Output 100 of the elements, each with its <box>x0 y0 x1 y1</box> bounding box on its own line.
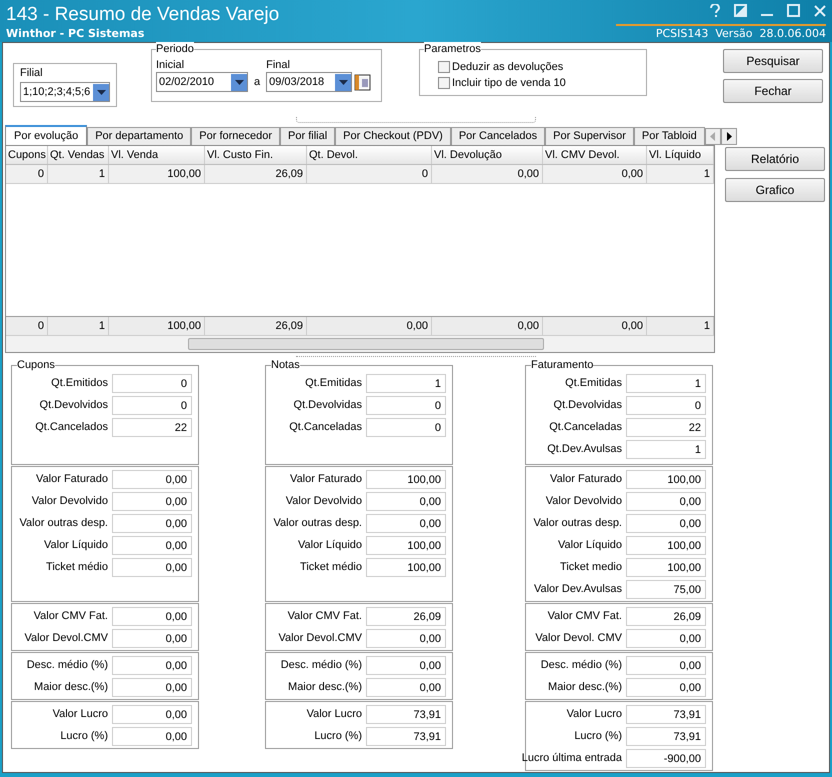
value-field[interactable]: 0,00 <box>112 514 192 532</box>
value-field[interactable]: 75,00 <box>626 580 706 598</box>
field-label: Ticket médio <box>300 560 362 575</box>
value-field[interactable]: 0,00 <box>112 606 192 626</box>
value-field[interactable]: 0,00 <box>112 628 192 648</box>
value-field[interactable]: 0 <box>112 396 192 414</box>
field-label: Valor outras desp. <box>534 516 622 531</box>
column-header[interactable]: Cupons <box>6 146 48 164</box>
action-button[interactable]: Pesquisar <box>723 49 823 73</box>
value-field[interactable]: 0,00 <box>112 492 192 510</box>
value-field[interactable]: 73,91 <box>366 704 446 724</box>
value-field[interactable]: 1 <box>366 374 446 392</box>
dropdown-button[interactable] <box>231 74 247 90</box>
tab-scroll-right-icon[interactable] <box>720 128 737 145</box>
value-field[interactable]: 0,00 <box>626 514 706 532</box>
date-field[interactable]: 02/02/2010 <box>156 72 248 92</box>
value-field[interactable]: 22 <box>626 418 706 436</box>
value-field[interactable]: 0,00 <box>366 514 446 532</box>
calendar-icon[interactable] <box>354 73 372 91</box>
dropdown-button[interactable] <box>335 74 352 90</box>
value-field[interactable]: 0,00 <box>366 628 446 648</box>
value-field[interactable]: 22 <box>112 418 192 436</box>
column-header[interactable]: Vl. Devolução <box>432 146 543 164</box>
value-field[interactable]: 0 <box>112 374 192 392</box>
field-label: Lucro última entrada <box>522 750 622 766</box>
checkbox[interactable] <box>438 61 450 73</box>
field-label: Valor CMV Fat. <box>288 608 362 624</box>
date-field[interactable]: 09/03/2018 <box>266 72 352 92</box>
action-button[interactable]: Relatório <box>725 147 825 171</box>
value-field[interactable]: 100,00 <box>626 558 706 576</box>
value-field[interactable]: 0,00 <box>366 492 446 510</box>
tab[interactable]: Por evolução <box>5 125 88 145</box>
column-header[interactable]: Vl. Líquido <box>647 146 714 164</box>
dropdown-button[interactable] <box>93 84 109 100</box>
column-header[interactable]: Qt. Vendas <box>48 146 109 164</box>
tab[interactable]: Por Cancelados <box>450 127 546 145</box>
table-cell: 1 <box>647 165 714 183</box>
value-field[interactable]: 0,00 <box>112 536 192 554</box>
value-field[interactable]: 100,00 <box>366 470 446 488</box>
value-field[interactable]: 0,00 <box>112 678 192 696</box>
field-label: Valor CMV Fat. <box>34 608 108 624</box>
help-icon[interactable] <box>710 4 720 17</box>
field-label: Maior desc.(%) <box>34 680 108 695</box>
tab[interactable]: Por Tabloid <box>634 127 705 145</box>
value-field[interactable]: 73,91 <box>626 726 706 746</box>
value-field[interactable]: 100,00 <box>366 536 446 554</box>
field-label: Qt.Cancelados <box>35 420 108 435</box>
field-label: Qt.Devolvidas <box>554 398 622 413</box>
value-field[interactable]: 0,00 <box>112 656 192 674</box>
field-label: Valor Devol.CMV <box>24 630 108 646</box>
value-field[interactable]: 0,00 <box>112 470 192 488</box>
value-field[interactable]: 0,00 <box>112 726 192 746</box>
field-label: Valor Devolvido <box>546 494 622 509</box>
column-header[interactable]: Qt. Devol. <box>307 146 432 164</box>
tab[interactable]: Por departamento <box>87 127 192 145</box>
field-label: Qt.Emitidas <box>305 376 362 391</box>
value-field[interactable]: 0,00 <box>112 704 192 724</box>
value-field[interactable]: 100,00 <box>366 558 446 576</box>
value-field[interactable]: 100,00 <box>626 536 706 554</box>
value-field[interactable]: 1 <box>626 440 706 458</box>
maximize-icon[interactable] <box>787 4 800 17</box>
value-field[interactable]: 0 <box>366 396 446 414</box>
column-header[interactable]: Vl. Venda <box>109 146 205 164</box>
value-field[interactable]: 0,00 <box>626 678 706 696</box>
value-field[interactable]: 73,91 <box>366 726 446 746</box>
splitter-handle[interactable] <box>296 117 536 123</box>
horizontal-scrollbar[interactable] <box>6 335 714 352</box>
value-field[interactable]: 26,09 <box>626 606 706 626</box>
value-field[interactable]: 0 <box>626 396 706 414</box>
value-field[interactable]: 1 <box>626 374 706 392</box>
field-label: Valor outras desp. <box>274 516 362 531</box>
value-field[interactable]: 0,00 <box>626 656 706 674</box>
filial-dropdown[interactable]: 1;10;2;3;4;5;6 <box>20 82 110 102</box>
value-field[interactable]: 73,91 <box>626 704 706 724</box>
value-field[interactable]: 0,00 <box>626 628 706 648</box>
scroll-thumb[interactable] <box>188 338 544 350</box>
tab[interactable]: Por fornecedor <box>191 127 280 145</box>
value-field[interactable]: 0,00 <box>366 678 446 696</box>
value-field[interactable]: 0,00 <box>626 492 706 510</box>
value-field[interactable]: -900,00 <box>626 748 706 768</box>
value-field[interactable]: 26,09 <box>366 606 446 626</box>
value-field[interactable]: 0 <box>366 418 446 436</box>
action-button[interactable]: Fechar <box>723 79 823 103</box>
close-icon[interactable] <box>814 4 826 16</box>
restore-icon[interactable] <box>734 4 747 17</box>
value-field[interactable]: 0,00 <box>112 558 192 576</box>
column-header[interactable]: Vl. Custo Fin. <box>205 146 307 164</box>
range-connector: a <box>253 74 262 90</box>
value-field[interactable]: 0,00 <box>366 656 446 674</box>
tab[interactable]: Por Checkout (PDV) <box>335 127 451 145</box>
action-button[interactable]: Grafico <box>725 178 825 202</box>
value-field[interactable]: 100,00 <box>626 470 706 488</box>
column-header[interactable]: Vl. CMV Devol. <box>543 146 647 164</box>
field-label: Qt.Emitidas <box>565 376 622 391</box>
field-label: Valor Líquido <box>44 538 108 553</box>
checkbox[interactable] <box>438 77 450 89</box>
field-label: Maior desc.(%) <box>288 680 362 695</box>
field-label: Valor Lucro <box>52 706 108 722</box>
tab[interactable]: Por filial <box>280 127 336 145</box>
tab[interactable]: Por Supervisor <box>545 127 634 145</box>
